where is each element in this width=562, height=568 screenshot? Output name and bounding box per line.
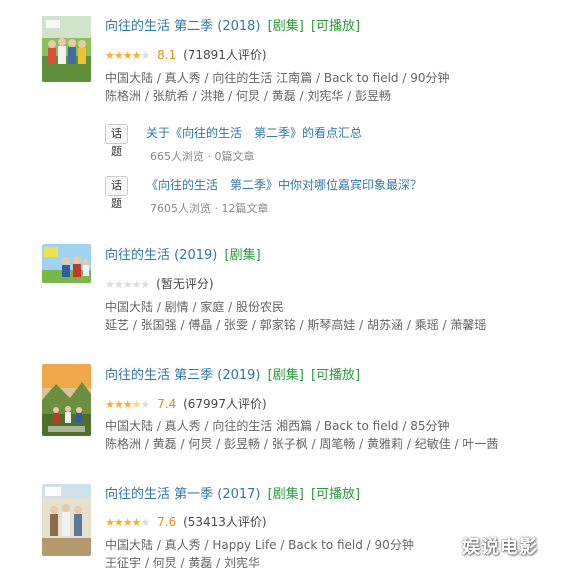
topic-stats: 665人浏览 · 0篇文章	[150, 150, 255, 163]
meta-info: 中国大陆 / 剧情 / 家庭 / 股份农民	[105, 300, 285, 314]
rating-line: ★★★★★ (暂无评分)	[105, 276, 214, 293]
rating-line: ★★★★★ 7.6 (53413人评价)	[105, 514, 267, 531]
meta-info: 中国大陆 / 真人秀 / 向往的生活 湘西篇 / Back to field /…	[105, 419, 450, 433]
title-line: 向往的生活 (2019) [剧集]	[105, 247, 261, 265]
rating-score: 7.4	[157, 397, 177, 411]
topic-title-link[interactable]: 《向往的生活 第二季》中你对哪位嘉宾印象最深？	[146, 177, 422, 193]
poster-image[interactable]	[42, 484, 91, 556]
rating-line: ★★★★★ 7.4 (67997人评价)	[105, 396, 267, 413]
meta-info: 中国大陆 / 真人秀 / 向往的生活 江南篇 / Back to field /…	[105, 71, 450, 85]
title-link[interactable]: 向往的生活 第一季 (2017)	[105, 487, 261, 502]
result-item: 向往的生活 (2019) [剧集] ★★★★★ (暂无评分) 中国大陆 / 剧情…	[0, 232, 562, 356]
tag-series[interactable]: [剧集]	[225, 248, 261, 263]
poster-image[interactable]	[42, 16, 91, 82]
star-rating-icon: ★★★★★	[105, 278, 150, 291]
rating-line: ★★★★★ 8.1 (71891人评价)	[105, 47, 267, 64]
star-rating-icon: ★★★★★	[105, 49, 150, 62]
topic-button[interactable]: 话题	[105, 124, 128, 158]
tag-series[interactable]: [剧集]	[268, 368, 304, 383]
rating-score: 7.6	[157, 515, 177, 529]
topic-stats: 7605人浏览 · 12篇文章	[150, 202, 269, 215]
rating-score: 8.1	[157, 48, 177, 62]
tag-series[interactable]: [剧集]	[268, 487, 304, 502]
topic-title-link[interactable]: 关于《向往的生活 第二季》的看点汇总	[146, 125, 362, 141]
title-line: 向往的生活 第二季 (2018) [剧集] [可播放]	[105, 18, 360, 36]
watermark: 娱说电影	[462, 537, 538, 558]
tag-playable[interactable]: [可播放]	[311, 19, 360, 34]
rating-votes: (暂无评分)	[156, 277, 214, 291]
poster-image[interactable]	[42, 244, 91, 283]
title-link[interactable]: 向往的生活 第二季 (2018)	[105, 19, 261, 34]
star-rating-icon: ★★★★★	[105, 516, 150, 529]
rating-votes[interactable]: (67997人评价)	[183, 397, 267, 411]
title-line: 向往的生活 第三季 (2019) [剧集] [可播放]	[105, 367, 360, 385]
meta-info: 中国大陆 / 真人秀 / Happy Life / Back to field …	[105, 538, 414, 552]
tag-playable[interactable]: [可播放]	[311, 368, 360, 383]
rating-votes[interactable]: (71891人评价)	[183, 48, 267, 62]
title-link[interactable]: 向往的生活 第三季 (2019)	[105, 368, 261, 383]
tag-playable[interactable]: [可播放]	[311, 487, 360, 502]
cast-list: 陈格洲 / 黄磊 / 何炅 / 彭昱畅 / 张子枫 / 周笔畅 / 黄雅莉 / …	[105, 437, 499, 451]
cast-list: 延艺 / 张国强 / 傅晶 / 张雯 / 郭家铭 / 斯琴高娃 / 胡苏涵 / …	[105, 318, 487, 332]
topic-button[interactable]: 话题	[105, 176, 128, 210]
cast-list: 陈格洲 / 张航希 / 洪艳 / 何炅 / 黄磊 / 刘宪华 / 彭昱畅	[105, 89, 392, 103]
result-item: 向往的生活 第三季 (2019) [剧集] [可播放] ★★★★★ 7.4 (6…	[0, 356, 562, 476]
cast-list: 王征宇 / 何炅 / 黄磊 / 刘宪华	[105, 556, 261, 568]
poster-image[interactable]	[42, 364, 91, 436]
tag-series[interactable]: [剧集]	[268, 19, 304, 34]
rating-votes[interactable]: (53413人评价)	[183, 515, 267, 529]
result-item: 向往的生活 第二季 (2018) [剧集] [可播放] ★★★★★ 8.1 (7…	[0, 0, 562, 232]
title-link[interactable]: 向往的生活 (2019)	[105, 248, 217, 263]
title-line: 向往的生活 第一季 (2017) [剧集] [可播放]	[105, 486, 360, 504]
star-rating-icon: ★★★★★	[105, 398, 150, 411]
